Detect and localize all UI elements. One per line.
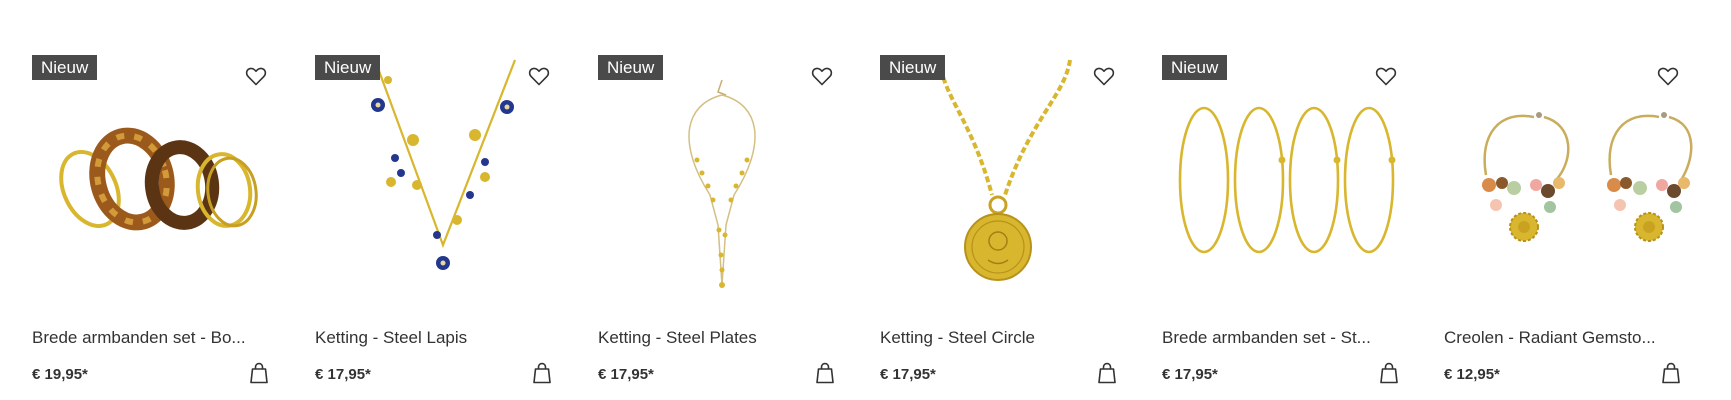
shopping-bag-icon[interactable]: [532, 362, 552, 384]
product-card[interactable]: Nieuw Brede armbanden set - Bo... € 19,9…: [32, 0, 282, 400]
new-badge: Nieuw: [1162, 55, 1228, 80]
heart-icon[interactable]: [1656, 64, 1680, 88]
product-card[interactable]: Creolen - Radiant Gemsto... € 12,95*: [1444, 0, 1694, 400]
product-price: € 17,95*: [880, 366, 936, 383]
product-name[interactable]: Ketting - Steel Plates: [598, 328, 848, 348]
product-image[interactable]: [598, 55, 848, 300]
product-name[interactable]: Brede armbanden set - Bo...: [32, 328, 282, 348]
product-card[interactable]: Nieuw Ketting - Steel Plates € 17,95*: [598, 0, 848, 400]
new-badge: Nieuw: [315, 55, 381, 80]
product-image[interactable]: [32, 55, 282, 300]
new-badge: Nieuw: [598, 55, 664, 80]
product-price: € 19,95*: [32, 366, 88, 383]
product-image[interactable]: [1444, 55, 1694, 300]
new-badge: Nieuw: [880, 55, 946, 80]
shopping-bag-icon[interactable]: [249, 362, 269, 384]
product-card[interactable]: Nieuw Brede armbanden set - St... € 17,9…: [1162, 0, 1412, 400]
product-image[interactable]: [880, 55, 1130, 300]
product-name[interactable]: Ketting - Steel Circle: [880, 328, 1130, 348]
shopping-bag-icon[interactable]: [1379, 362, 1399, 384]
heart-icon[interactable]: [527, 64, 551, 88]
product-image[interactable]: [315, 55, 565, 300]
product-price: € 17,95*: [1162, 366, 1218, 383]
product-image[interactable]: [1162, 55, 1412, 300]
product-grid: Nieuw Brede armbanden set - Bo... € 19,9…: [0, 0, 1731, 400]
heart-icon[interactable]: [1374, 64, 1398, 88]
product-name[interactable]: Brede armbanden set - St...: [1162, 328, 1412, 348]
product-name[interactable]: Creolen - Radiant Gemsto...: [1444, 328, 1694, 348]
product-price: € 17,95*: [598, 366, 654, 383]
product-card[interactable]: Nieuw Ketting - Steel Circle € 17,95*: [880, 0, 1130, 400]
product-name[interactable]: Ketting - Steel Lapis: [315, 328, 565, 348]
heart-icon[interactable]: [1092, 64, 1116, 88]
shopping-bag-icon[interactable]: [1097, 362, 1117, 384]
product-price: € 12,95*: [1444, 366, 1500, 383]
heart-icon[interactable]: [244, 64, 268, 88]
heart-icon[interactable]: [810, 64, 834, 88]
product-card[interactable]: Nieuw Ketting - Steel Lapis € 17,95*: [315, 0, 565, 400]
product-price: € 17,95*: [315, 366, 371, 383]
shopping-bag-icon[interactable]: [815, 362, 835, 384]
new-badge: Nieuw: [32, 55, 98, 80]
shopping-bag-icon[interactable]: [1661, 362, 1681, 384]
